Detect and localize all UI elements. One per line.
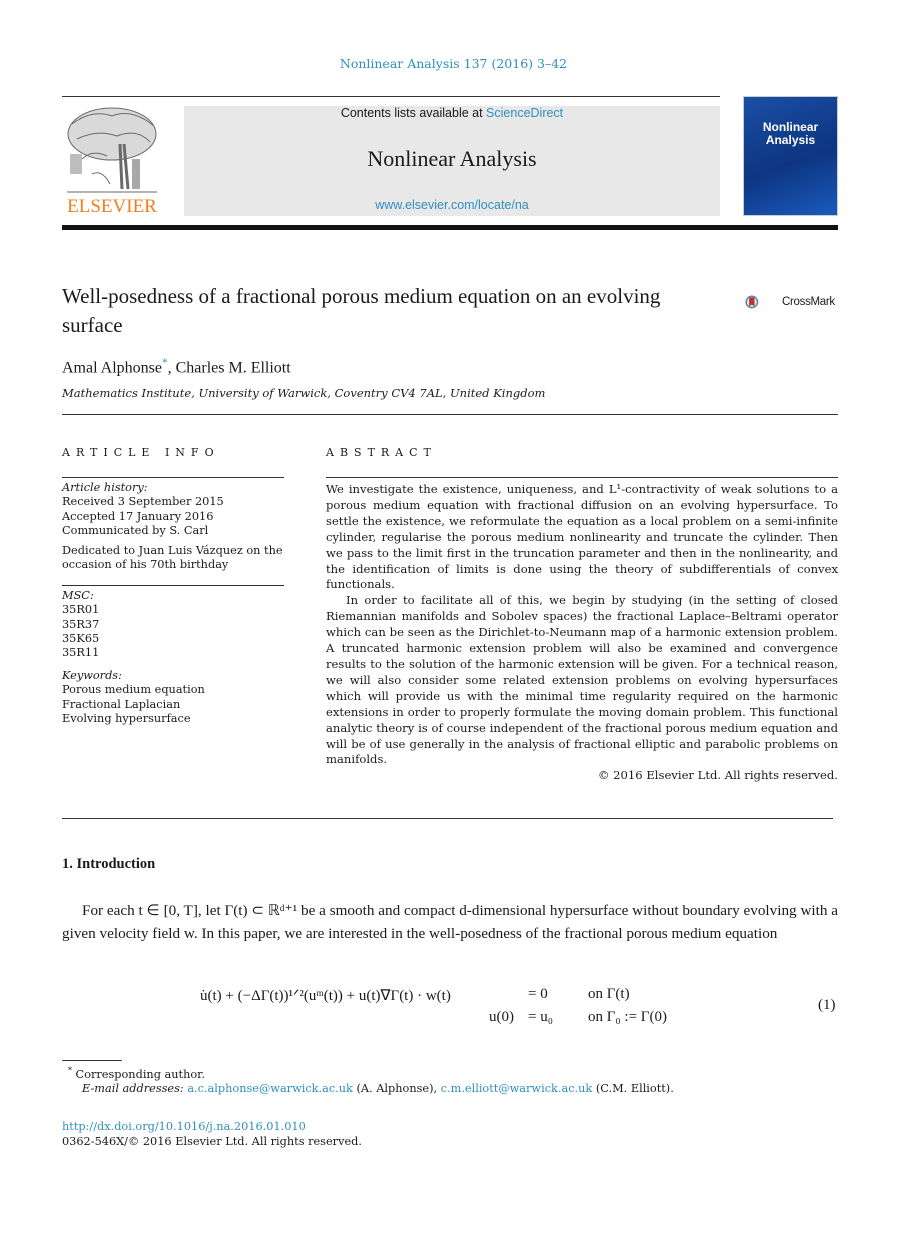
header-rule — [62, 96, 720, 97]
section-heading-introduction: 1. Introduction — [62, 856, 156, 872]
email-owner-elliott: (C.M. Elliott). — [592, 1082, 674, 1095]
contents-prefix: Contents lists available at — [340, 106, 487, 120]
email-label: E-mail addresses: — [82, 1082, 184, 1095]
author-list: Amal Alphonse*, Charles M. Elliott — [62, 357, 291, 377]
keywords-label: Keywords: — [62, 669, 122, 682]
affiliation-rule — [62, 414, 838, 415]
elsevier-wordmark: ELSEVIER — [67, 196, 157, 217]
msc-label: MSC: — [62, 589, 94, 602]
article-history: Article history: Received 3 September 20… — [62, 481, 284, 538]
equation-2-condition: on Γ₀ := Γ(0) — [588, 1009, 667, 1025]
abstract-copyright: © 2016 Elsevier Ltd. All rights reserved… — [597, 768, 838, 783]
abstract-rule — [326, 477, 838, 478]
article-title: Well-posedness of a fractional porous me… — [62, 284, 661, 337]
author-separator: , — [167, 359, 176, 377]
history-accepted: Accepted 17 January 2016 — [62, 509, 214, 523]
keyword: Fractional Laplacian — [62, 697, 181, 711]
equation-1-lhs: u̇(t) + (−ΔΓ(t))¹ᐟ²(uᵐ(t)) + u(t)∇Γ(t) ·… — [200, 988, 451, 1004]
masthead-thick-rule — [62, 225, 838, 230]
affiliation: Mathematics Institute, University of War… — [62, 386, 546, 400]
author-elliott[interactable]: Charles M. Elliott — [176, 359, 291, 376]
crossmark-label[interactable]: CrossMark — [782, 296, 835, 308]
article-info-rule-2 — [62, 585, 284, 586]
journal-reference-link[interactable]: Nonlinear Analysis 137 (2016) 3–42 — [0, 56, 907, 71]
abstract-paragraph-2: In order to facilitate all of this, we b… — [326, 593, 838, 767]
msc-code: 35R11 — [62, 646, 100, 660]
intro-paragraph: For each t ∈ [0, T], let Γ(t) ⊂ ℝᵈ⁺¹ be … — [62, 902, 838, 942]
keywords: Keywords: Porous medium equation Fractio… — [62, 669, 284, 726]
doi-link[interactable]: http://dx.doi.org/10.1016/j.na.2016.01.0… — [62, 1120, 306, 1133]
abstract-body: We investigate the existence, uniqueness… — [326, 482, 838, 784]
equation-1-rhs: = 0 — [528, 986, 548, 1002]
cover-title-line2: Analysis — [765, 133, 816, 147]
issn-copyright: 0362-546X/© 2016 Elsevier Ltd. All right… — [62, 1135, 362, 1148]
journal-title: Nonlinear Analysis — [367, 146, 537, 171]
footnote-emails: E-mail addresses: a.c.alphonse@warwick.a… — [82, 1082, 674, 1095]
equation-1-condition: on Γ(t) — [588, 986, 630, 1002]
equation-2-rhs: = u₀ — [528, 1009, 553, 1025]
author-alphonse[interactable]: Amal Alphonse — [62, 359, 162, 376]
abstract-heading: ABSTRACT — [326, 446, 437, 459]
email-link-alphonse[interactable]: a.c.alphonse@warwick.ac.uk — [187, 1082, 353, 1095]
msc-code: 35R37 — [62, 617, 100, 631]
footnote-rule — [62, 1060, 122, 1061]
crossmark-icon[interactable] — [745, 284, 781, 320]
keyword: Porous medium equation — [62, 683, 205, 697]
email-owner-alphonse: (A. Alphonse), — [352, 1082, 441, 1095]
keyword: Evolving hypersurface — [62, 711, 191, 725]
dedication: Dedicated to Juan Luis Vázquez on the oc… — [62, 544, 283, 572]
article-info-heading: ARTICLE INFO — [62, 446, 220, 459]
contents-line: Contents lists available at ScienceDirec… — [184, 106, 720, 120]
footnote-mark: * — [68, 1066, 72, 1075]
sciencedirect-link[interactable]: ScienceDirect — [486, 106, 563, 120]
equation-2-lhs: u(0) — [489, 1009, 514, 1025]
journal-cover-image[interactable] — [743, 96, 838, 216]
history-label: Article history: — [62, 481, 148, 494]
email-link-elliott[interactable]: c.m.elliott@warwick.ac.uk — [441, 1082, 593, 1095]
history-received: Received 3 September 2015 — [62, 495, 224, 509]
abstract-paragraph-1: We investigate the existence, uniqueness… — [326, 482, 838, 592]
cover-title: Nonlinear Analysis — [743, 121, 838, 147]
article-info-rule — [62, 477, 284, 478]
footnote-corresponding-text: Corresponding author. — [75, 1067, 205, 1081]
journal-url-link[interactable]: www.elsevier.com/locate/na — [184, 198, 720, 212]
msc-code: 35K65 — [62, 631, 100, 645]
footnote-corresponding: * Corresponding author. — [68, 1066, 205, 1081]
msc-codes: MSC: 35R01 35R37 35K65 35R11 — [62, 589, 284, 660]
msc-code: 35R01 — [62, 603, 100, 617]
section-rule — [62, 818, 833, 819]
history-communicated: Communicated by S. Carl — [62, 523, 209, 537]
equation-number: (1) — [818, 997, 836, 1013]
